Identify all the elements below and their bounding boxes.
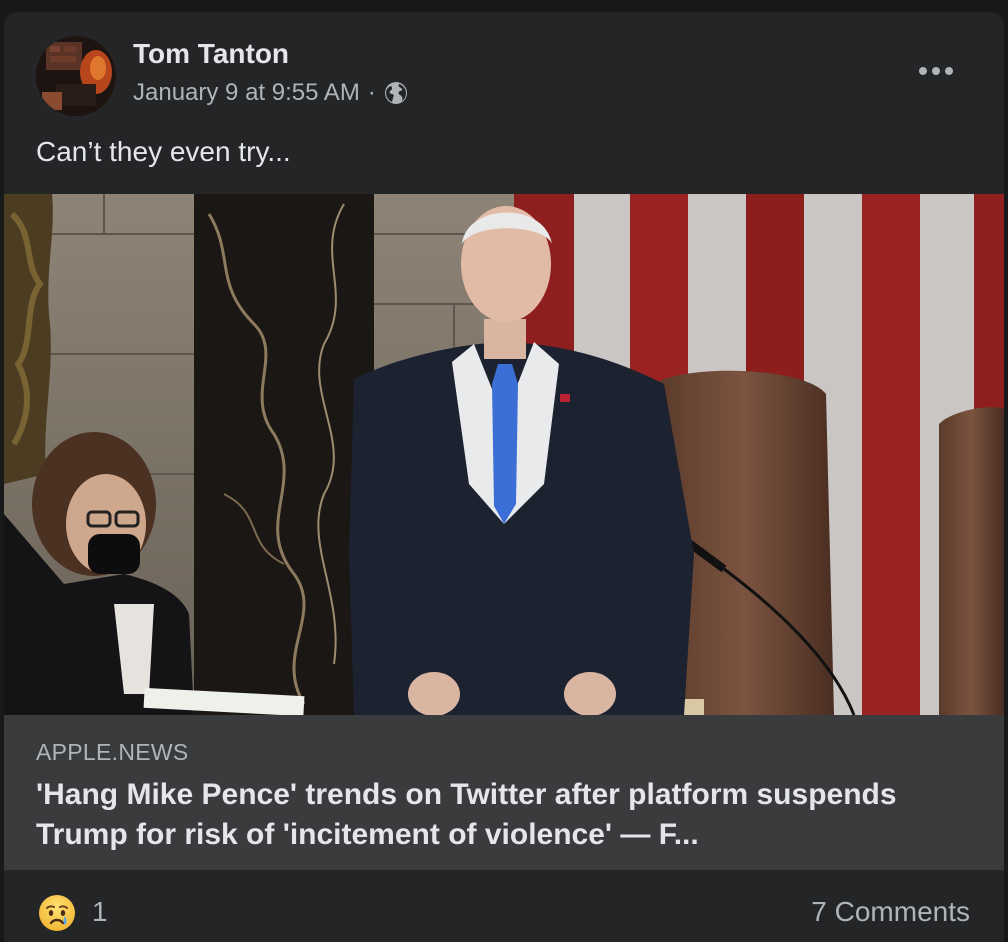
post-footer: 1 7 Comments: [4, 870, 1004, 942]
author-avatar[interactable]: [36, 36, 116, 116]
globe-icon[interactable]: [384, 81, 408, 105]
link-preview-image[interactable]: [4, 194, 1004, 715]
link-domain: APPLE.NEWS: [36, 739, 189, 765]
reaction-count[interactable]: 1: [92, 896, 108, 928]
comments-link[interactable]: 7 Comments: [811, 896, 970, 928]
link-headline[interactable]: 'Hang Mike Pence' trends on Twitter afte…: [36, 775, 976, 855]
link-preview[interactable]: APPLE.NEWS 'Hang Mike Pence' trends on T…: [4, 715, 1004, 870]
meta-separator: ·: [367, 79, 376, 106]
author-name[interactable]: Tom Tanton: [133, 38, 289, 70]
more-options-icon[interactable]: [914, 56, 958, 86]
post-text: Can’t they even try...: [36, 136, 291, 167]
post-timestamp[interactable]: January 9 at 9:55 AM: [133, 79, 360, 107]
sad-reaction-icon[interactable]: [38, 894, 76, 932]
post-card: Tom Tanton January 9 at 9:55 AM · Can’t …: [4, 12, 1004, 942]
post-meta: January 9 at 9:55 AM ·: [133, 79, 408, 107]
